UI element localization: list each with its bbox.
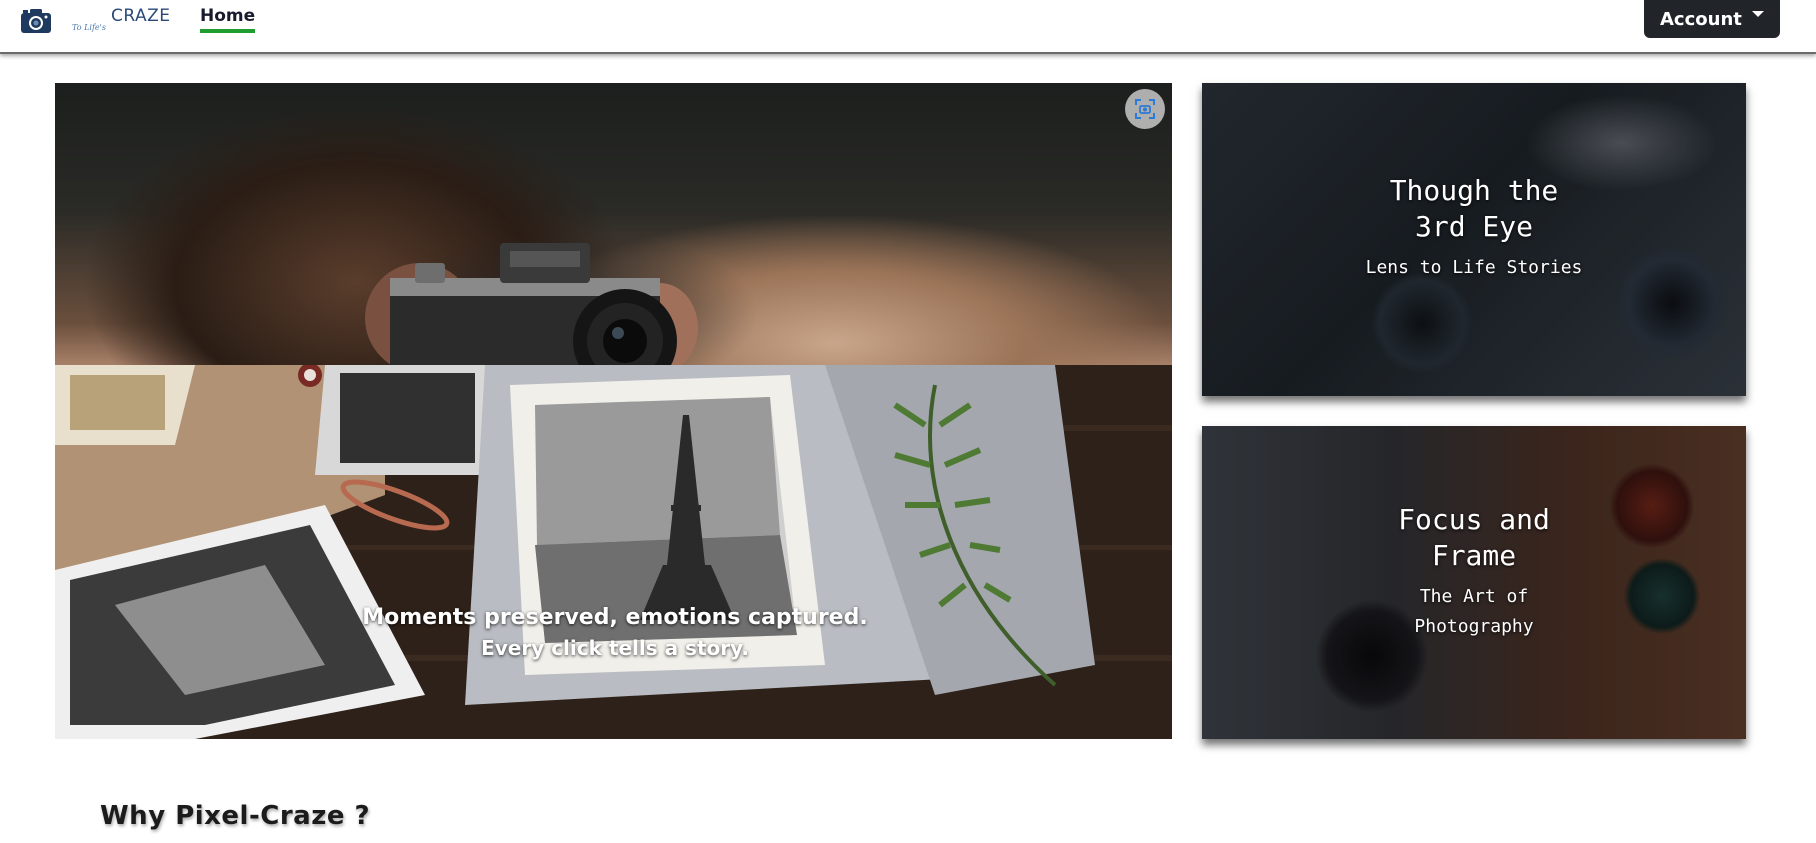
account-dropdown-button[interactable]: Account (1644, 0, 1780, 38)
hero-camera-illustration (365, 243, 698, 373)
hero-image-photo-collage (55, 365, 1172, 739)
brand-logo[interactable]: To Life's CRAZE (20, 4, 180, 40)
navbar: To Life's CRAZE Home Account (0, 0, 1816, 54)
hero-caption-line2: Every click tells a story. (481, 636, 749, 660)
section-title-why: Why Pixel-Craze ? (100, 801, 371, 831)
hero-carousel[interactable]: Moments preserved, emotions captured. Ev… (55, 83, 1172, 739)
caret-down-icon (1752, 11, 1764, 17)
screenshot-icon (1135, 99, 1155, 119)
feature-card-focus-frame[interactable]: Focus and Frame The Art of Photography (1202, 426, 1746, 739)
hero-caption-line1: Moments preserved, emotions captured. (362, 605, 868, 630)
card-title: Focus and Frame (1398, 503, 1550, 572)
screenshot-button[interactable] (1125, 89, 1165, 129)
photo-collage-illustration (55, 365, 1172, 739)
brand-wordmark: CRAZE (111, 6, 171, 26)
hero-caption: Moments preserved, emotions captured. Ev… (355, 603, 875, 663)
hero-image-camera-hand (55, 83, 1172, 373)
card-subtitle: The Art of Photography (1414, 586, 1534, 637)
nav-home-link[interactable]: Home (200, 5, 256, 33)
feature-card-third-eye[interactable]: Though the 3rd Eye Lens to Life Stories (1202, 83, 1746, 396)
card-title: Though the 3rd Eye (1389, 174, 1559, 243)
card-subtitle: Lens to Life Stories (1365, 257, 1583, 278)
camera-icon (21, 9, 51, 33)
account-label: Account (1660, 8, 1742, 30)
brand-tagline: To Life's (72, 23, 106, 32)
